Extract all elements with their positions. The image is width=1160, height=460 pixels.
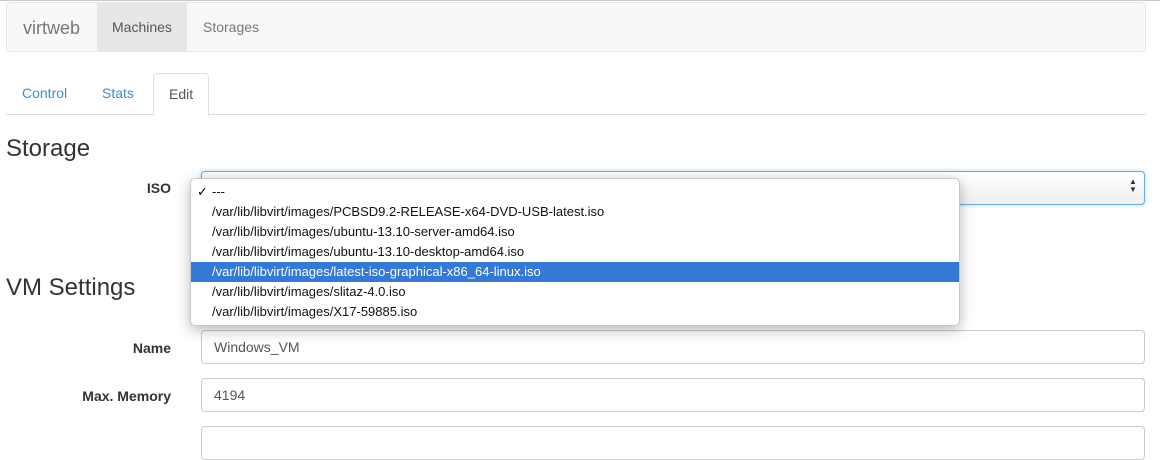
checkmark-icon: ✓ <box>197 184 208 199</box>
brand-link[interactable]: virtweb <box>23 18 80 38</box>
tab-bar: Control Stats Edit <box>6 73 1146 116</box>
iso-option-label: /var/lib/libvirt/images/slitaz-4.0.iso <box>212 284 406 299</box>
iso-option[interactable]: /var/lib/libvirt/images/PCBSD9.2-RELEASE… <box>191 202 959 222</box>
next-field-input[interactable] <box>201 426 1145 460</box>
iso-label: ISO <box>146 180 171 196</box>
nav-machines[interactable]: Machines <box>97 3 187 51</box>
iso-option[interactable]: /var/lib/libvirt/images/slitaz-4.0.iso <box>191 282 959 302</box>
iso-option-highlighted[interactable]: /var/lib/libvirt/images/latest-iso-graph… <box>191 262 959 282</box>
memory-input[interactable]: 4194 <box>201 378 1145 412</box>
navbar: virtweb Machines Storages <box>6 2 1146 52</box>
iso-option[interactable]: /var/lib/libvirt/images/ubuntu-13.10-des… <box>191 242 959 262</box>
tab-stats[interactable]: Stats <box>87 73 149 115</box>
tab-edit[interactable]: Edit <box>153 73 210 116</box>
window-top-border <box>0 0 1160 1</box>
vm-settings-heading: VM Settings <box>6 274 136 301</box>
select-arrows-icon: ▲ ▼ <box>1129 177 1137 194</box>
name-label: Name <box>132 340 171 356</box>
iso-option-label: /var/lib/libvirt/images/ubuntu-13.10-ser… <box>212 224 515 239</box>
iso-dropdown-list: ✓ --- /var/lib/libvirt/images/PCBSD9.2-R… <box>190 178 960 326</box>
iso-option-label: /var/lib/libvirt/images/ubuntu-13.10-des… <box>212 244 525 259</box>
memory-label: Max. Memory <box>82 388 171 404</box>
nav-storages[interactable]: Storages <box>188 3 274 51</box>
name-input[interactable]: Windows_VM <box>201 330 1145 364</box>
iso-option-label: /var/lib/libvirt/images/latest-iso-graph… <box>212 264 541 279</box>
iso-option[interactable]: /var/lib/libvirt/images/ubuntu-13.10-ser… <box>191 222 959 242</box>
tab-control[interactable]: Control <box>7 73 82 115</box>
iso-option-label: /var/lib/libvirt/images/X17-59885.iso <box>212 304 418 319</box>
storage-heading: Storage <box>6 135 91 162</box>
iso-option-label: /var/lib/libvirt/images/PCBSD9.2-RELEASE… <box>212 204 605 219</box>
iso-option-label: --- <box>212 184 225 199</box>
iso-option[interactable]: /var/lib/libvirt/images/X17-59885.iso <box>191 302 959 322</box>
iso-option[interactable]: ✓ --- <box>191 182 959 202</box>
